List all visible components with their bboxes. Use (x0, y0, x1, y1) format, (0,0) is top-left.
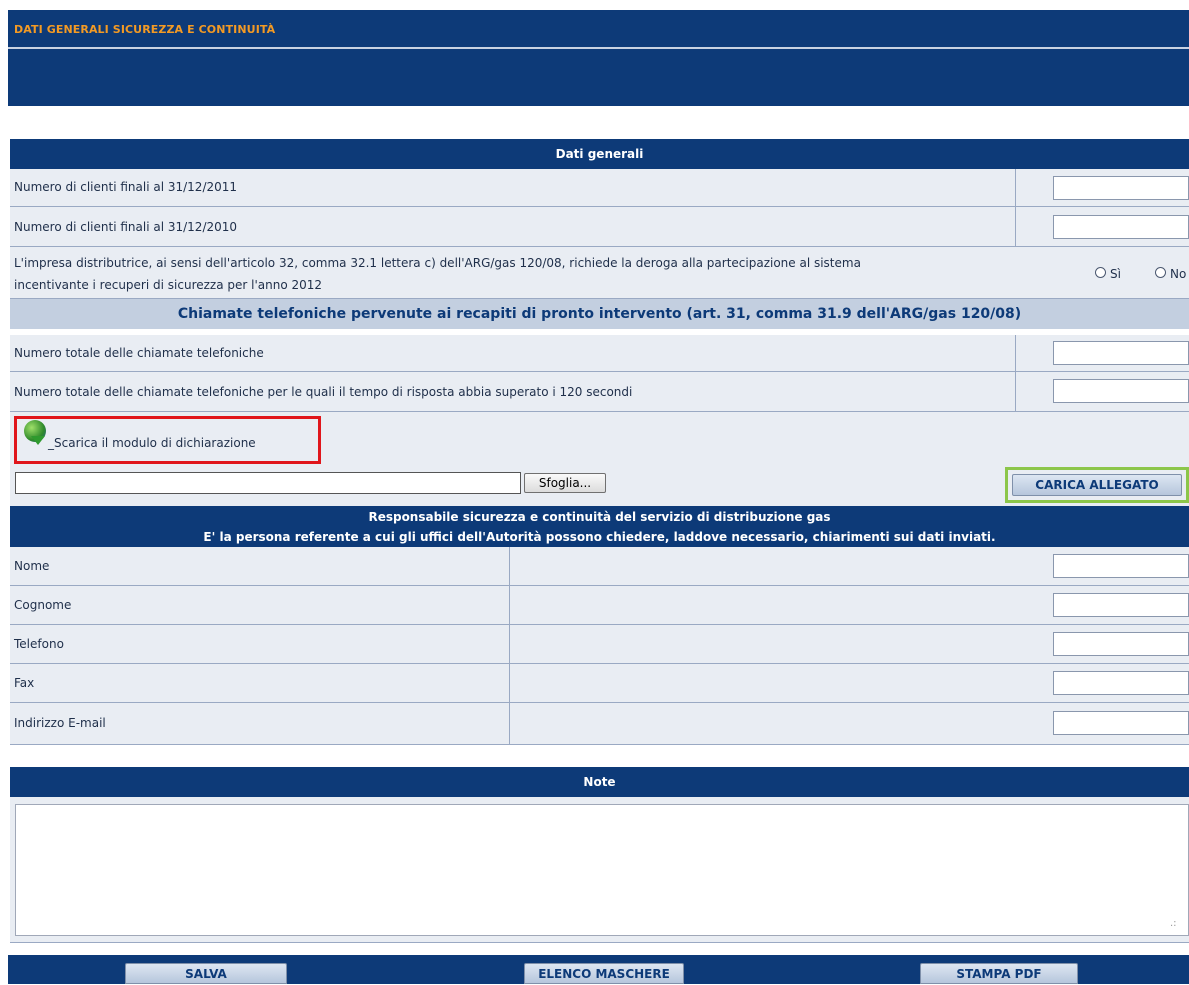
banner-divider (8, 47, 1189, 49)
section-header-chiamate: Chiamate telefoniche pervenute ai recapi… (10, 299, 1189, 329)
browse-button[interactable]: Sfoglia... (524, 473, 606, 493)
field-label: Indirizzo E-mail (14, 716, 106, 730)
table-row: Numero di clienti finali al 31/12/2010 (10, 207, 1189, 247)
column-divider (509, 586, 510, 624)
responsabile-header-line1: Responsabile sicurezza e continuità del … (368, 510, 831, 524)
cognome-input[interactable] (1053, 593, 1189, 617)
deroga-no-radio[interactable] (1155, 267, 1166, 278)
column-divider (1015, 169, 1016, 206)
table-row: Numero di clienti finali al 31/12/2011 (10, 169, 1189, 207)
table-row: Numero totale delle chiamate telefoniche (10, 335, 1189, 372)
column-divider (1015, 372, 1016, 411)
column-divider (509, 547, 510, 585)
table-row: Cognome (10, 586, 1189, 625)
field-label: Fax (14, 676, 35, 690)
email-input[interactable] (1053, 711, 1189, 735)
chiamate-oltre-120s-input[interactable] (1053, 379, 1189, 403)
row-label: Numero totale delle chiamate telefoniche… (14, 385, 633, 399)
file-path-input[interactable] (15, 472, 521, 494)
fax-input[interactable] (1053, 671, 1189, 695)
deroga-label-line1: L'impresa distributrice, ai sensi dell'a… (14, 256, 861, 270)
deroga-no-label: No (1170, 267, 1187, 281)
column-divider (1015, 335, 1016, 371)
table-row: Indirizzo E-mail (10, 703, 1189, 745)
section-header-dati-generali: Dati generali (10, 139, 1189, 169)
telefono-input[interactable] (1053, 632, 1189, 656)
table-row: Telefono (10, 625, 1189, 664)
row-label: Numero totale delle chiamate telefoniche (14, 346, 264, 360)
upload-attachment-button[interactable]: CARICA ALLEGATO (1012, 474, 1182, 496)
page-banner: DATI GENERALI SICUREZZA E CONTINUITÀ (8, 10, 1189, 106)
download-arrow-icon (31, 436, 45, 445)
clienti-2010-input[interactable] (1053, 215, 1189, 239)
download-module-link[interactable]: _Scarica il modulo di dichiarazione (48, 436, 256, 450)
save-button[interactable]: SALVA (125, 963, 287, 984)
nome-input[interactable] (1053, 554, 1189, 578)
table-row: Nome (10, 547, 1189, 586)
print-pdf-button[interactable]: STAMPA PDF (920, 963, 1078, 984)
table-row: Numero totale delle chiamate telefoniche… (10, 372, 1189, 412)
responsabile-header-line2: E' la persona referente a cui gli uffici… (203, 530, 996, 544)
table-row: L'impresa distributrice, ai sensi dell'a… (10, 247, 1189, 299)
field-label: Telefono (14, 637, 64, 651)
row-label: Numero di clienti finali al 31/12/2010 (14, 220, 238, 234)
section-header-note: Note (10, 767, 1189, 797)
note-textarea[interactable] (15, 804, 1189, 936)
page-title: DATI GENERALI SICUREZZA E CONTINUITÀ (14, 23, 276, 36)
column-divider (509, 664, 510, 702)
clienti-2011-input[interactable] (1053, 176, 1189, 200)
chiamate-totali-input[interactable] (1053, 341, 1189, 365)
field-label: Nome (14, 559, 50, 573)
elenco-maschere-button[interactable]: ELENCO MASCHERE (524, 963, 684, 984)
field-label: Cognome (14, 598, 72, 612)
row-label: Numero di clienti finali al 31/12/2011 (14, 180, 238, 194)
deroga-yes-label: Sì (1110, 267, 1121, 281)
column-divider (509, 703, 510, 744)
section-header-responsabile: Responsabile sicurezza e continuità del … (10, 506, 1189, 547)
deroga-label-line2: incentivante i recuperi di sicurezza per… (14, 278, 323, 292)
deroga-yes-radio[interactable] (1095, 267, 1106, 278)
resize-grip-icon[interactable]: .: (1170, 918, 1177, 929)
table-row: Fax (10, 664, 1189, 703)
column-divider (1015, 207, 1016, 246)
column-divider (509, 625, 510, 663)
